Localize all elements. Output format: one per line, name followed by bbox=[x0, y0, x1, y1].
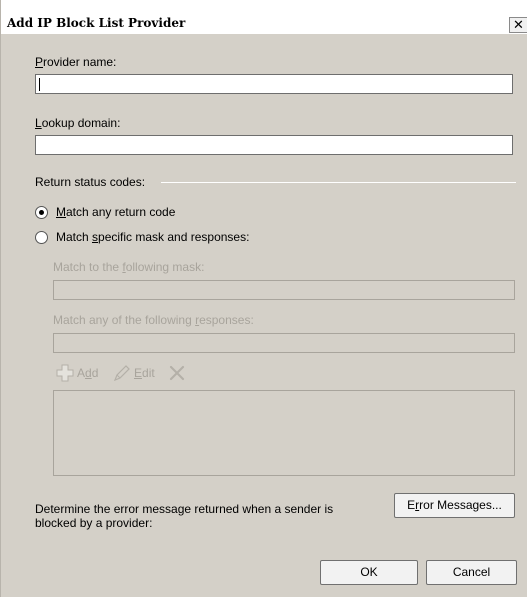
window-title: Add IP Block List Provider bbox=[7, 16, 186, 30]
plus-icon bbox=[55, 364, 75, 382]
add-ip-block-list-provider-dialog: Add IP Block List Provider ✕ Provider na… bbox=[0, 0, 527, 597]
ok-button[interactable]: OK bbox=[320, 560, 418, 585]
match-specific-mask-label[interactable]: Match specific mask and responses: bbox=[56, 230, 249, 244]
responses-label: Match any of the following responses: bbox=[53, 313, 254, 327]
pencil-icon bbox=[112, 364, 132, 382]
text-caret bbox=[39, 78, 40, 91]
close-button[interactable]: ✕ bbox=[509, 17, 527, 33]
responses-input[interactable] bbox=[53, 333, 515, 353]
delete-x-icon bbox=[168, 364, 186, 382]
mask-input[interactable] bbox=[53, 280, 515, 300]
mask-label: Match to the following mask: bbox=[53, 260, 205, 274]
add-response-button[interactable]: Add bbox=[55, 364, 98, 382]
error-message-description: Determine the error message returned whe… bbox=[35, 502, 334, 530]
match-specific-mask-radio[interactable] bbox=[35, 231, 48, 244]
remove-response-button[interactable] bbox=[168, 364, 186, 382]
return-status-codes-label: Return status codes: bbox=[35, 175, 146, 189]
responses-listbox[interactable] bbox=[53, 390, 515, 476]
provider-name-input[interactable] bbox=[35, 74, 513, 94]
edit-response-button[interactable]: Edit bbox=[112, 364, 155, 382]
edit-response-label: Edit bbox=[134, 366, 155, 380]
match-any-return-code-label[interactable]: Match any return code bbox=[56, 205, 175, 219]
cancel-button[interactable]: Cancel bbox=[426, 560, 517, 585]
radio-selected-dot bbox=[39, 210, 44, 215]
group-separator bbox=[161, 182, 516, 183]
title-bar: Add IP Block List Provider ✕ bbox=[1, 0, 527, 34]
lookup-domain-label: Lookup domain: bbox=[35, 116, 121, 130]
close-icon: ✕ bbox=[513, 17, 524, 32]
add-response-label: Add bbox=[77, 366, 99, 380]
lookup-domain-input[interactable] bbox=[35, 135, 513, 155]
provider-name-label: Provider name: bbox=[35, 55, 117, 69]
error-messages-button[interactable]: Error Messages... bbox=[394, 493, 515, 518]
match-any-return-code-radio[interactable] bbox=[35, 206, 48, 219]
